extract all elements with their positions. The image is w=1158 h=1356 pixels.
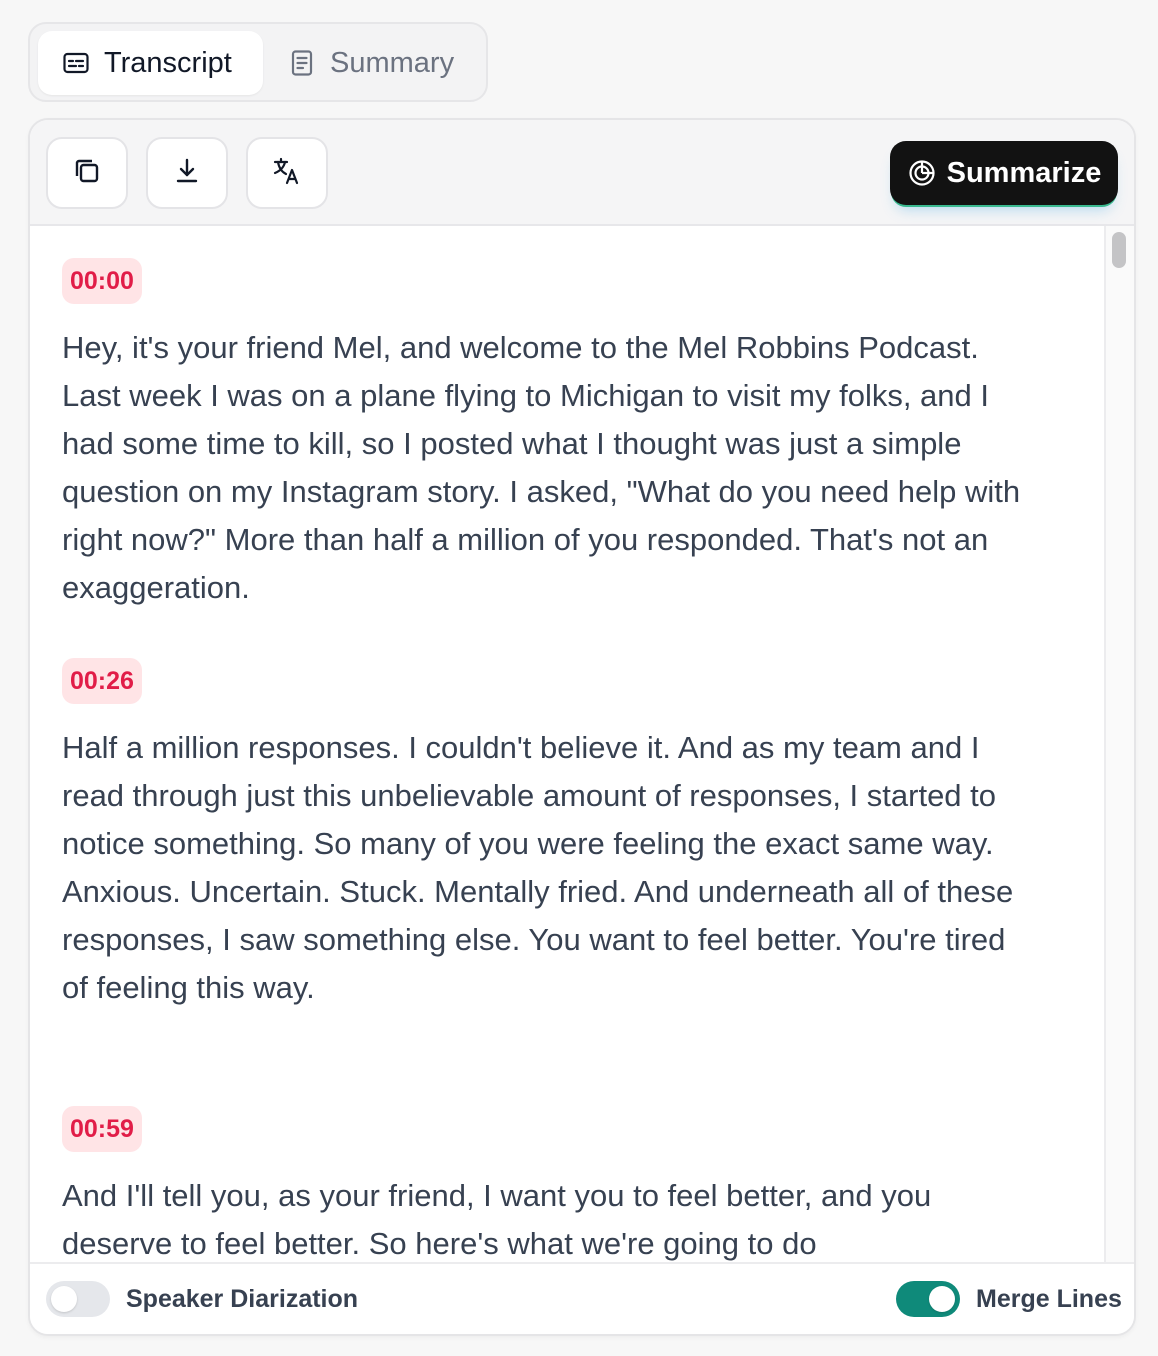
speaker-diarization-toggle[interactable] — [46, 1281, 110, 1317]
summarize-button[interactable]: Summarize — [890, 141, 1118, 205]
transcript-panel: Summarize 00:00 Hey, it's your friend Me… — [28, 118, 1136, 1336]
timestamp-badge[interactable]: 00:26 — [62, 658, 142, 704]
tab-transcript[interactable]: Transcript — [38, 31, 263, 95]
toggle-knob — [929, 1286, 955, 1312]
scrollbar-thumb[interactable] — [1112, 232, 1126, 268]
toggle-knob — [51, 1286, 77, 1312]
scrollbar[interactable] — [1104, 226, 1134, 1264]
segment-text: Half a million responses. I couldn't bel… — [62, 730, 1014, 1005]
openai-icon — [907, 158, 937, 188]
captions-icon — [62, 49, 90, 77]
copy-button[interactable] — [46, 137, 128, 209]
timestamp-badge[interactable]: 00:00 — [62, 258, 142, 304]
tab-summary[interactable]: Summary — [278, 31, 478, 95]
view-tabs: Transcript Summary — [28, 22, 488, 102]
transcript-content: 00:00 Hey, it's your friend Mel, and wel… — [30, 226, 1106, 1264]
segment-text: Hey, it's your friend Mel, and welcome t… — [62, 330, 1021, 605]
speaker-diarization-label: Speaker Diarization — [126, 1285, 359, 1313]
tab-transcript-label: Transcript — [104, 46, 232, 79]
download-icon — [170, 154, 204, 193]
transcript-segment: 00:00 Hey, it's your friend Mel, and wel… — [62, 258, 1022, 612]
footer-controls: Speaker Diarization Merge Lines — [30, 1262, 1134, 1334]
summarize-label: Summarize — [946, 156, 1102, 189]
translate-button[interactable] — [246, 137, 328, 209]
translate-icon — [270, 154, 304, 193]
document-icon — [288, 49, 316, 77]
download-button[interactable] — [146, 137, 228, 209]
transcript-segment: 00:26 Half a million responses. I couldn… — [62, 658, 1022, 1012]
toolbar: Summarize — [30, 120, 1134, 226]
merge-lines-label: Merge Lines — [976, 1285, 1122, 1313]
tab-summary-label: Summary — [330, 46, 455, 79]
transcript-segment: 00:59 And I'll tell you, as your friend,… — [62, 1106, 1022, 1264]
copy-icon — [70, 154, 104, 193]
segment-text: And I'll tell you, as your friend, I wan… — [62, 1178, 932, 1261]
merge-lines-toggle[interactable] — [896, 1281, 960, 1317]
timestamp-badge[interactable]: 00:59 — [62, 1106, 142, 1152]
